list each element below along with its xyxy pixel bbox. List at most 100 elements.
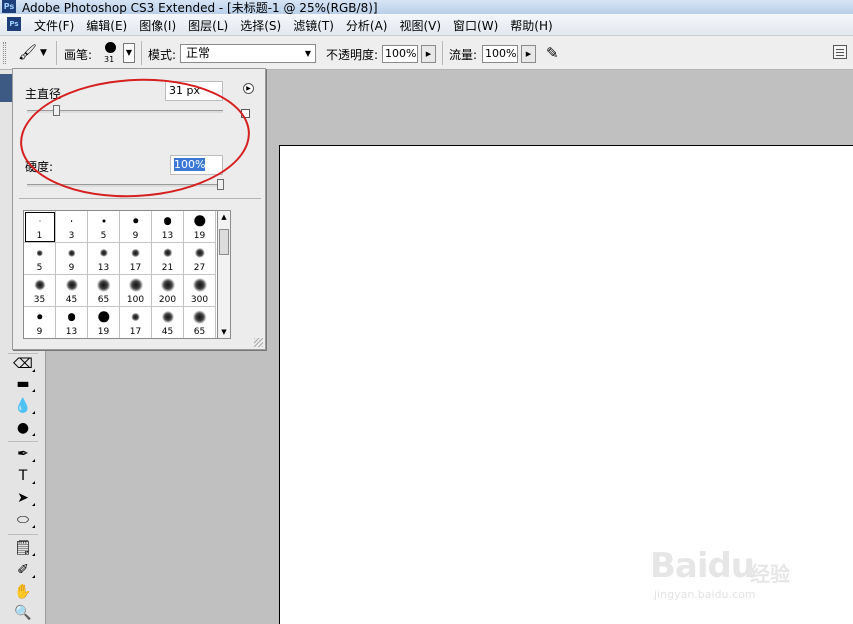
opacity-label: 不透明度: [326,48,379,62]
brush-preset-size: 27 [193,263,206,273]
hardness-slider[interactable] [27,184,223,187]
airbrush-icon[interactable]: ✎ [546,44,559,62]
options-bar-grip[interactable] [3,42,6,64]
brush-preset-cell[interactable]: 13 [88,243,120,275]
brush-tip-icon [102,219,105,223]
brush-preset-cell[interactable]: 21 [152,243,184,275]
scroll-thumb[interactable] [219,229,229,255]
brush-tip-icon [192,278,207,292]
brush-tip-icon [67,313,76,321]
brush-preset-cell[interactable]: 19 [88,307,120,338]
menu-filter[interactable]: 滤镜(T) [287,17,340,34]
reset-size-icon[interactable] [241,109,250,118]
diameter-slider-thumb[interactable] [53,105,60,116]
menu-help[interactable]: 帮助(H) [504,17,558,34]
toolbox-grip[interactable] [0,74,12,102]
brush-tip-icon [99,248,108,258]
brush-tip-icon [97,311,110,323]
menu-view[interactable]: 视图(V) [393,17,447,34]
flow-input[interactable]: 100% [482,45,518,63]
brush-preset-cell[interactable]: 45 [152,307,184,338]
brush-preset-cell[interactable]: 100 [120,275,152,307]
brush-preset-size: 13 [65,327,78,337]
palette-well-icon[interactable] [833,45,847,59]
zoom-tool-icon[interactable]: 🔍 [12,603,34,623]
blur-tool-icon[interactable]: 💧 [12,396,35,416]
toolbox-separator [8,534,38,535]
menu-select[interactable]: 选择(S) [234,17,287,34]
brush-preset-cell[interactable]: 45 [56,275,88,307]
options-separator [442,41,443,65]
brush-preset-cell[interactable]: 19 [184,211,216,243]
brush-preset-size: 35 [33,295,46,305]
scroll-up-icon[interactable]: ▲ [218,211,230,223]
brush-preset-cell[interactable]: 300 [184,275,216,307]
menu-edit[interactable]: 编辑(E) [80,17,133,34]
tool-preset-picker[interactable]: 🖌 ▼ [14,42,50,64]
menu-analysis[interactable]: 分析(A) [340,17,394,34]
brush-preset-cell[interactable]: 9 [56,243,88,275]
brush-preset-size: 200 [158,295,177,305]
brush-preset-cell[interactable]: 9 [24,307,56,338]
dodge-tool-icon[interactable]: ● [12,418,35,438]
master-diameter-input[interactable]: 31 px [165,81,223,101]
brush-tip-icon [161,310,174,324]
menu-window[interactable]: 窗口(W) [447,17,504,34]
menu-file[interactable]: 文件(F) [28,17,80,34]
brush-preset-cell[interactable]: 200 [152,275,184,307]
eyedropper-tool-icon[interactable]: ✐ [12,560,35,580]
flow-label: 流量: [449,48,478,62]
brush-preset-cell[interactable]: 13 [56,307,88,338]
app-menu-icon[interactable]: Ps [7,17,21,31]
hardness-input[interactable]: 100% [170,155,223,175]
hand-tool-icon[interactable]: ✋ [12,582,34,602]
brush-preset-cell[interactable]: 1 [24,211,56,243]
gradient-tool-icon[interactable]: ▬ [12,374,35,394]
brush-preset-cell[interactable]: 17 [120,243,152,275]
path-selection-tool-icon[interactable]: ➤ [12,488,35,508]
options-bar: 🖌 ▼ 画笔: 31 ▼ 模式: 正常 ▼ 不透明度: 100% ▶ 流量: 1… [0,36,853,70]
eraser-tool-icon[interactable]: ⌫ [12,354,35,374]
flow-slider-button[interactable]: ▶ [521,45,536,63]
brush-preset-cell[interactable]: 65 [184,307,216,338]
ellipse-tool-icon[interactable]: ⬭ [12,510,35,530]
brush-tip-icon [70,220,73,222]
brush-tip-icon [96,278,111,292]
brush-menu-icon[interactable]: ▶ [243,83,254,94]
type-tool-icon[interactable]: T [12,466,35,486]
brush-preset-cell[interactable]: 5 [24,243,56,275]
brush-preset-size: 9 [68,263,75,273]
brush-tip-icon [36,314,43,320]
brush-preset-size: 5 [36,263,43,273]
brush-preset-cell[interactable]: 27 [184,243,216,275]
opacity-input[interactable]: 100% [382,45,418,63]
brush-dropdown-button[interactable]: ▼ [123,43,135,63]
brush-preset-popup: 主直径 31 px ▶ 硬度: 100% 1 3 5 9 13 19 5 9 13 17 21 27 3… [12,68,266,350]
notes-tool-icon[interactable]: 🗒 [12,538,35,558]
pen-tool-icon[interactable]: ✒ [12,444,35,464]
brush-preset-size: 300 [190,295,209,305]
brush-preset-size: 17 [129,327,142,337]
brush-preset-cell[interactable]: 5 [88,211,120,243]
resize-grip-icon[interactable] [254,338,263,347]
brush-preset-cell[interactable]: 35 [24,275,56,307]
opacity-slider-button[interactable]: ▶ [421,45,436,63]
brush-preset-size: 3 [68,231,75,241]
brush-preset-cell[interactable]: 9 [120,211,152,243]
menu-image[interactable]: 图像(I) [133,17,182,34]
brush-preset-cell[interactable]: 65 [88,275,120,307]
mode-select[interactable]: 正常 ▼ [180,44,316,63]
options-separator [56,41,57,65]
brush-preset-size: 13 [161,231,174,241]
brush-preset-size: 9 [36,327,43,337]
hardness-slider-thumb[interactable] [217,179,224,190]
scroll-down-icon[interactable]: ▼ [218,326,230,338]
menu-layer[interactable]: 图层(L) [182,17,234,34]
brush-preset-cell[interactable]: 3 [56,211,88,243]
brush-preset-size: 45 [161,327,174,337]
brush-preset-size: 100 [126,295,145,305]
brush-preset-cell[interactable]: 17 [120,307,152,338]
brush-preset-cell[interactable]: 13 [152,211,184,243]
brush-picker[interactable]: 31 ▼ [98,40,138,66]
brush-grid-scrollbar[interactable]: ▲ ▼ [217,210,231,339]
